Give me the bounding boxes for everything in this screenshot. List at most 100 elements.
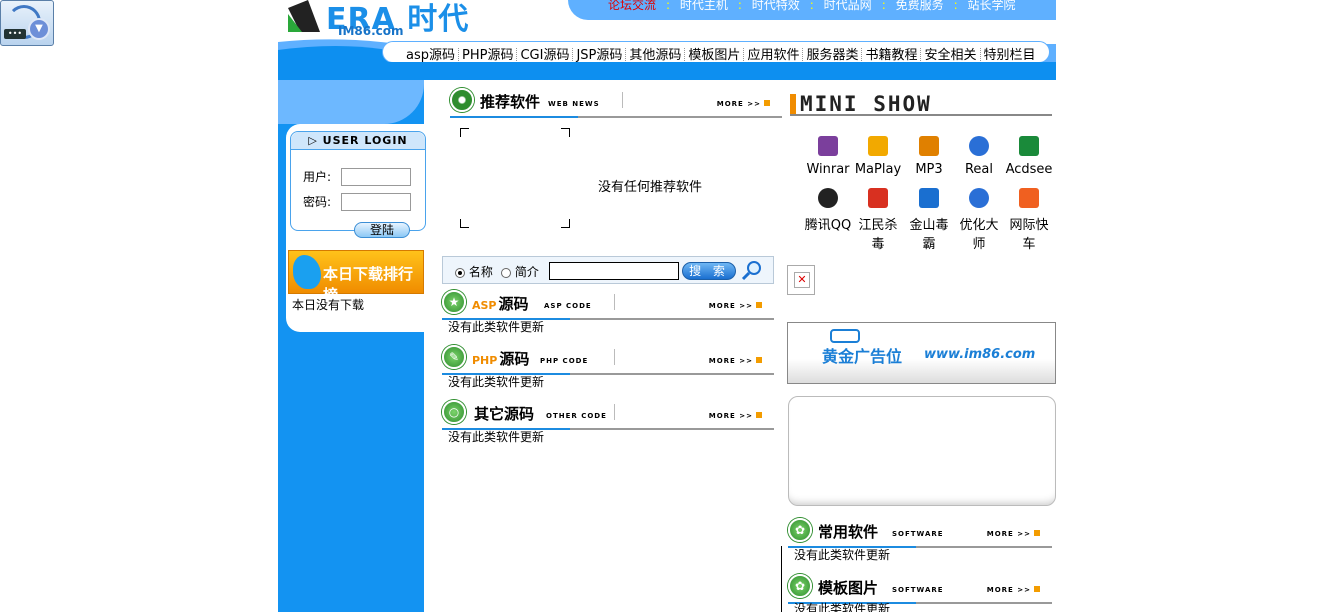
nav-apps[interactable]: 应用软件: [744, 48, 804, 63]
asp-section-subtitle: ASP CODE: [544, 302, 592, 310]
template-images-subtitle: SOFTWARE: [892, 586, 944, 594]
maplay-icon: [868, 136, 888, 156]
top-nav-item[interactable]: 站长学院: [967, 0, 1015, 12]
login-title: ▷ USER LOGIN: [291, 132, 425, 150]
common-software-subtitle: SOFTWARE: [892, 530, 944, 538]
software-kingsoft[interactable]: 金山毒霸: [904, 188, 954, 252]
asp-more-link[interactable]: MORE >>: [709, 302, 762, 310]
download-rank-banner[interactable]: 本日下载排行榜: [288, 250, 424, 304]
software-jiangmin[interactable]: 江民杀毒: [853, 188, 903, 252]
search-option-name[interactable]: 名称: [455, 263, 493, 280]
software-qq[interactable]: 腾讯QQ: [803, 188, 853, 233]
software-acdsee[interactable]: Acdsee: [1004, 136, 1054, 177]
search-option-name-label: 名称: [468, 265, 493, 279]
radio-selected-icon[interactable]: [455, 267, 465, 278]
penguin-icon: [818, 188, 838, 208]
software-label: Winrar: [806, 162, 850, 177]
bug-icon: ✿: [788, 518, 812, 542]
login-title-text: USER LOGIN: [322, 134, 408, 147]
software-label: 江民杀毒: [858, 218, 898, 252]
dots-icon: •••: [4, 29, 26, 39]
other-section-title: 其它源码: [472, 403, 534, 424]
software-flashget[interactable]: 网际快车: [1004, 188, 1054, 252]
recommend-empty: 没有任何推荐软件: [598, 180, 703, 195]
nav-servers[interactable]: 服务器类: [803, 48, 863, 63]
template-images-empty: 没有此类软件更新: [794, 602, 891, 612]
software-label: Acdsee: [1005, 162, 1053, 177]
top-nav-item[interactable]: 论坛交流: [608, 0, 656, 12]
feather-icon: ✎: [442, 345, 466, 369]
recommend-title: 推荐软件: [480, 93, 541, 111]
top-nav-item[interactable]: 时代主机: [680, 0, 728, 12]
empty-panel: [788, 396, 1056, 506]
accent-bar: [790, 94, 796, 114]
software-label: 网际快车: [1009, 218, 1049, 252]
search-option-desc[interactable]: 简介: [501, 263, 539, 280]
nav-special[interactable]: 特别栏目: [981, 48, 1039, 63]
broken-image-icon: [787, 265, 815, 295]
nav-jsp[interactable]: JSP源码: [573, 48, 627, 63]
section-underline: [450, 116, 782, 118]
real-icon: [969, 136, 989, 156]
desktop-shortcut-icon[interactable]: ••• ▼: [0, 0, 54, 46]
nav-asp[interactable]: asp源码: [403, 48, 459, 63]
nav-cgi[interactable]: CGI源码: [517, 48, 574, 63]
radio-icon[interactable]: [501, 267, 511, 278]
nav-books[interactable]: 书籍教程: [862, 48, 922, 63]
login-button[interactable]: 登陆: [354, 222, 410, 238]
magnifier-icon[interactable]: [741, 259, 763, 281]
software-real[interactable]: Real: [954, 136, 1004, 177]
kingsoft-icon: [919, 188, 939, 208]
search-input[interactable]: [549, 262, 679, 280]
software-label: 腾讯QQ: [804, 218, 852, 233]
nav-security[interactable]: 安全相关: [921, 48, 981, 63]
search-bar: 名称 简介 搜 索: [442, 256, 774, 284]
top-nav-item[interactable]: 时代特效: [752, 0, 800, 12]
bug-icon: ✿: [788, 574, 812, 598]
nav-templates[interactable]: 模板图片: [685, 48, 745, 63]
category-nav: asp源码 PHP源码 CGI源码 JSP源码 其他源码 模板图片 应用软件 服务器类 书籍教程…: [382, 41, 1050, 63]
password-input[interactable]: [341, 193, 411, 211]
gold-ad-title: 黄金广告位: [822, 347, 903, 366]
username-input[interactable]: [341, 168, 411, 186]
acdsee-icon: [1019, 136, 1039, 156]
nav-php[interactable]: PHP源码: [459, 48, 518, 63]
other-title-text: 其它源码: [474, 405, 535, 423]
top-nav-item[interactable]: 时代品网: [824, 0, 872, 12]
software-optimizer[interactable]: 优化大师: [954, 188, 1004, 252]
common-software-title: 常用软件: [818, 523, 879, 541]
winrar-icon: [818, 136, 838, 156]
top-nav-item[interactable]: 免费服务: [896, 0, 944, 12]
mascot-icon: [293, 255, 321, 289]
jiangmin-icon: [868, 188, 888, 208]
software-label: MP3: [915, 162, 943, 177]
template-images-title: 模板图片: [818, 579, 879, 597]
common-software-empty: 没有此类软件更新: [794, 548, 891, 562]
search-button[interactable]: 搜 索: [682, 262, 736, 280]
ring-icon: ○: [442, 400, 466, 424]
php-section-subtitle: PHP CODE: [540, 357, 589, 365]
common-software-header: ✿ 常用软件 SOFTWARE MORE >>: [788, 518, 1052, 548]
gold-ad-banner[interactable]: 黄金广告位 www.im86.com: [787, 322, 1056, 384]
common-software-more-link[interactable]: MORE >>: [987, 530, 1040, 538]
search-option-desc-label: 简介: [514, 265, 539, 279]
template-images-more-link[interactable]: MORE >>: [987, 586, 1040, 594]
software-label: 优化大师: [959, 218, 999, 252]
logo-icon: [288, 0, 320, 32]
recommend-more-link[interactable]: MORE >>: [717, 100, 770, 108]
recommend-subtitle: WEB NEWS: [548, 100, 600, 108]
php-title-prefix: PHP: [472, 354, 498, 367]
section-underline: [790, 114, 1052, 116]
php-section-title: PHP 源码: [472, 348, 529, 369]
php-more-link[interactable]: MORE >>: [709, 357, 762, 365]
nav-stripe: [278, 62, 1056, 80]
flashget-icon: [1019, 188, 1039, 208]
nav-other-source[interactable]: 其他源码: [626, 48, 686, 63]
asp-title-text: 源码: [498, 295, 529, 313]
other-more-link[interactable]: MORE >>: [709, 412, 762, 420]
software-winrar[interactable]: Winrar: [803, 136, 853, 177]
software-maplay[interactable]: MaPlay: [853, 136, 903, 177]
cup-icon: [450, 88, 474, 112]
software-mp3[interactable]: MP3: [904, 136, 954, 177]
php-section-header: ✎ PHP 源码 PHP CODE MORE >>: [442, 345, 774, 375]
